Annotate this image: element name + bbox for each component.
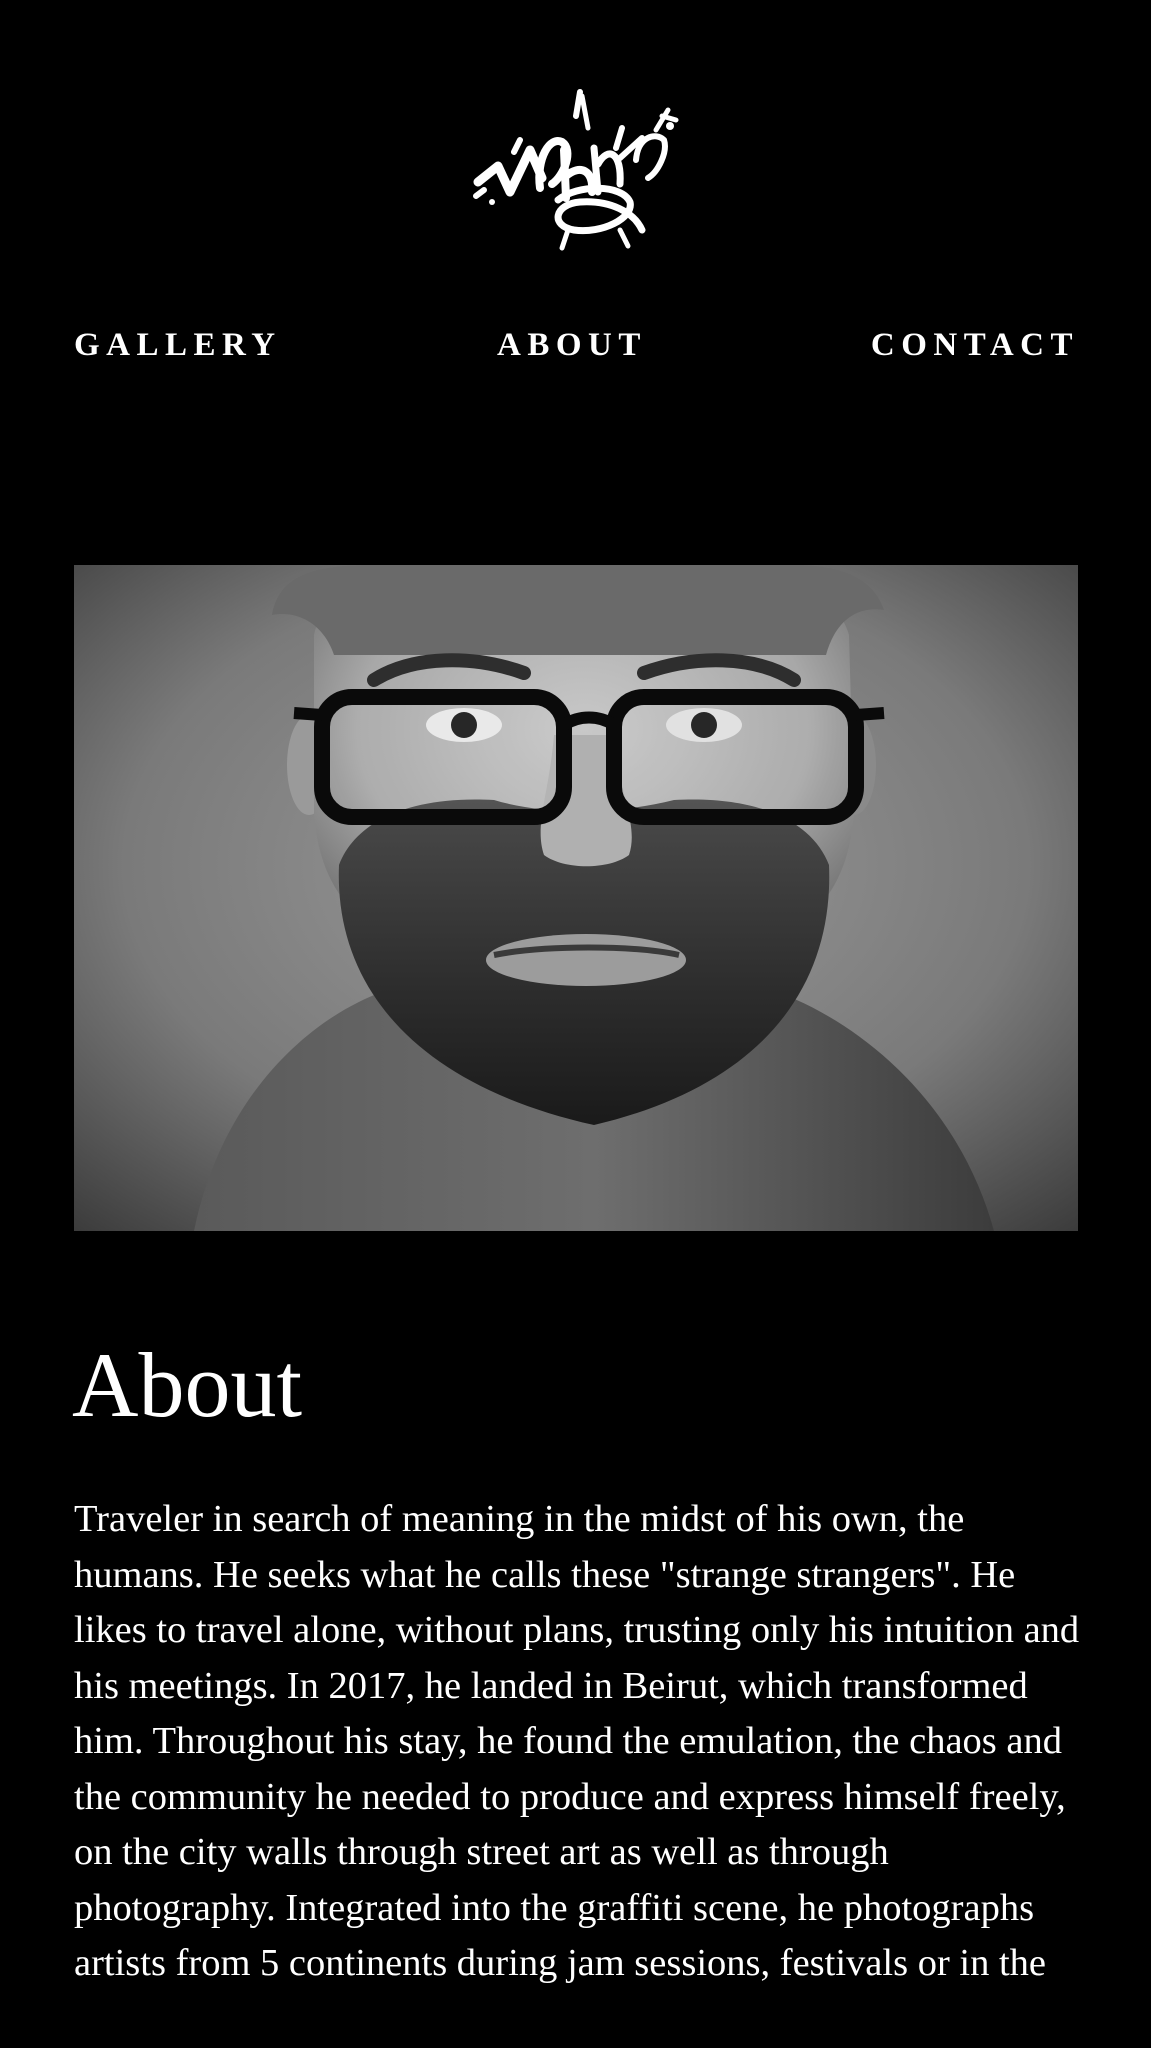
site-header: GALLERY ABOUT CONTACT [0,0,1151,400]
nav-contact-link[interactable]: CONTACT [871,320,1079,370]
nav-about-link[interactable]: ABOUT [497,320,647,370]
main-nav: GALLERY ABOUT CONTACT [74,320,1079,370]
graffiti-logo-icon[interactable] [470,80,680,255]
portrait-photo [74,565,1078,1231]
nav-gallery-link[interactable]: GALLERY [74,320,282,370]
bio-paragraph: Traveler in search of meaning in the mid… [74,1498,1080,1984]
page-title: About [72,1334,302,1436]
